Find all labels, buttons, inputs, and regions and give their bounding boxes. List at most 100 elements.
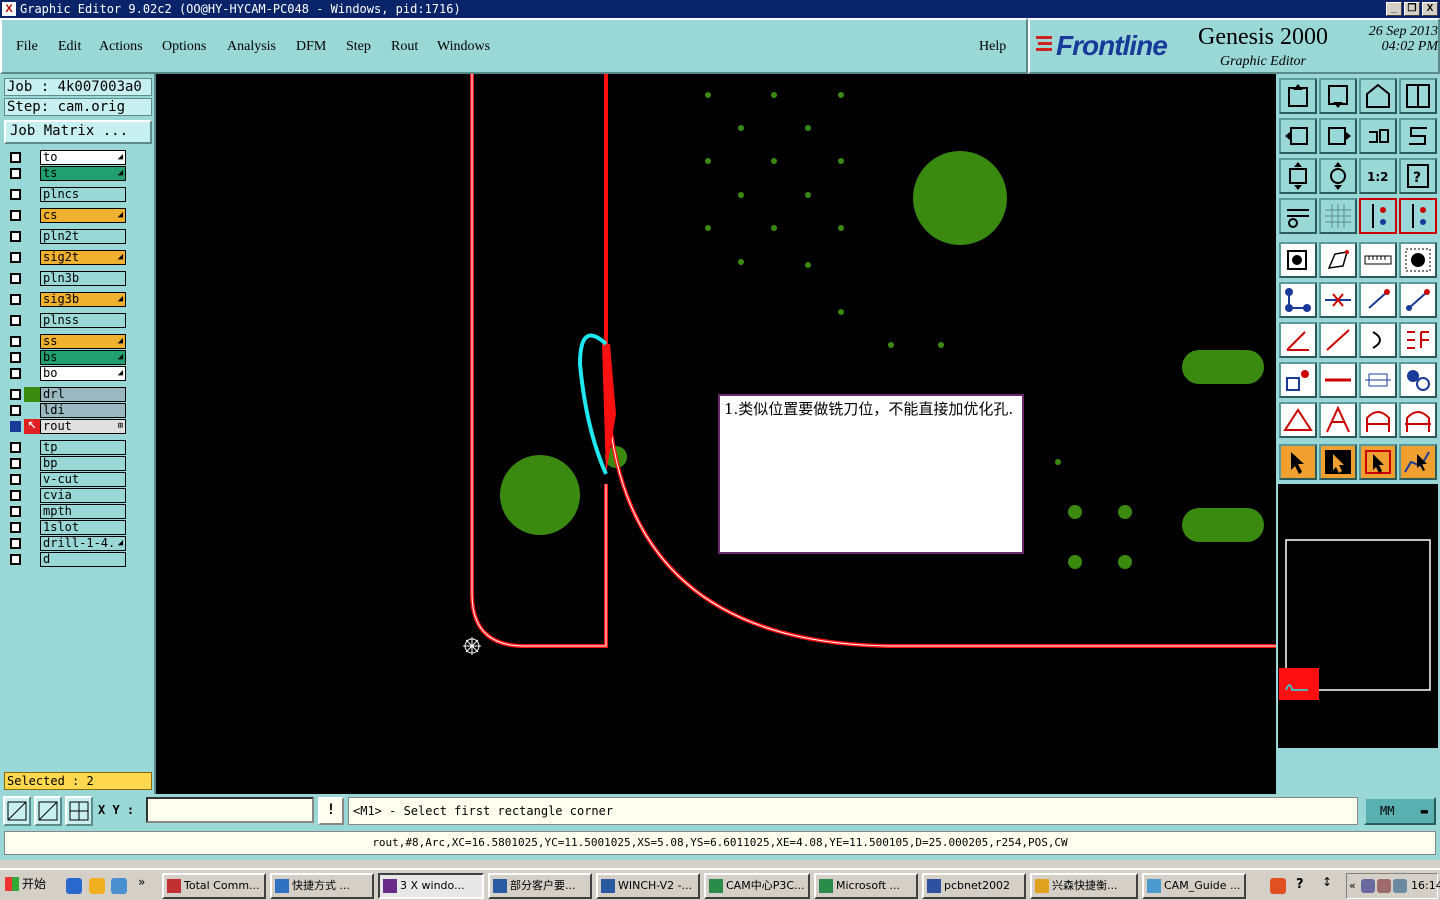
zoom-box-button[interactable] (3, 796, 31, 826)
a-shape-button[interactable] (1319, 402, 1357, 438)
layer-checkbox[interactable] (10, 506, 21, 517)
layer-row-sig3b[interactable]: sig3b ◢ (4, 292, 128, 307)
minimize-button[interactable]: _ (1386, 2, 1402, 16)
layer-checkbox[interactable] (10, 189, 21, 200)
add-line-button[interactable] (1359, 282, 1397, 318)
layer-name[interactable]: plncs (40, 187, 126, 202)
layer-checkbox[interactable] (10, 421, 21, 432)
layer-checkbox[interactable] (10, 405, 21, 416)
alert-button[interactable]: ! (318, 797, 344, 825)
layer-name[interactable]: drl (40, 387, 126, 402)
layer-name[interactable]: mpth (40, 504, 126, 519)
arc-button[interactable] (1359, 322, 1397, 358)
units-selector[interactable]: MM ▬ (1364, 797, 1436, 825)
zoom-home-button[interactable] (1279, 78, 1317, 114)
layer-checkbox[interactable] (10, 368, 21, 379)
layer-checkbox[interactable] (10, 442, 21, 453)
layer-name[interactable]: tp (40, 440, 126, 455)
graphics-canvas[interactable]: 1.类似位置要做铣刀位，不能直接加优化孔. (156, 74, 1276, 794)
layer-row-cs[interactable]: cs ◢ (4, 208, 128, 223)
zoom-down-button[interactable] (1319, 78, 1357, 114)
layer-name[interactable]: sig3b ◢ (40, 292, 126, 307)
move-point-button[interactable] (1399, 282, 1437, 318)
task-pcbnet[interactable]: pcbnet2002 (922, 873, 1026, 899)
layer-name[interactable]: v-cut (40, 472, 126, 487)
start-button[interactable]: 开始 (2, 873, 52, 897)
pad-add-button[interactable] (1279, 242, 1317, 278)
snap-button[interactable] (1359, 198, 1397, 234)
menu-edit[interactable]: Edit (58, 39, 81, 55)
layer-name[interactable]: bs ◢ (40, 350, 126, 365)
layer-name[interactable]: sig2t ◢ (40, 250, 126, 265)
layer-name[interactable]: rout ⊞ (40, 419, 126, 434)
measure-button[interactable] (1359, 242, 1397, 278)
layer-checkbox[interactable] (10, 352, 21, 363)
layer-checkbox[interactable] (10, 273, 21, 284)
grid-snap-button[interactable] (65, 796, 93, 826)
layer-checkbox[interactable] (10, 490, 21, 501)
select-window-button[interactable] (1359, 444, 1397, 480)
layer-name[interactable]: ss ◢ (40, 334, 126, 349)
arch-button[interactable] (1359, 402, 1397, 438)
zoom-fit-button[interactable] (1279, 158, 1317, 194)
ie-icon[interactable] (66, 878, 82, 894)
dimension-button[interactable] (1359, 362, 1397, 398)
tray-app-icon[interactable] (1270, 878, 1286, 894)
pan-left-button[interactable] (1279, 118, 1317, 154)
round-pad-button[interactable] (1399, 242, 1437, 278)
layer-row-pln2t[interactable]: pln2t (4, 229, 128, 244)
layer-checkbox[interactable] (10, 294, 21, 305)
layer-name[interactable]: ts ◢ (40, 166, 126, 181)
layer-checkbox[interactable] (10, 252, 21, 263)
menu-actions[interactable]: Actions (99, 39, 143, 55)
layer-row-pln3b[interactable]: pln3b (4, 271, 128, 286)
hline-button[interactable] (1319, 362, 1357, 398)
layer-checkbox[interactable] (10, 210, 21, 221)
volume-icon[interactable] (1393, 879, 1407, 893)
tray-icon[interactable] (1361, 879, 1375, 893)
slant-line-button[interactable] (1319, 322, 1357, 358)
cut-line-button[interactable] (1319, 282, 1357, 318)
layer-row-plnss[interactable]: plnss (4, 313, 128, 328)
arch-cut-button[interactable] (1399, 402, 1437, 438)
menu-step[interactable]: Step (346, 39, 371, 55)
menu-help[interactable]: Help (979, 39, 1006, 55)
menu-file[interactable]: File (16, 39, 38, 55)
layer-row-to[interactable]: to ◢ (4, 150, 128, 165)
task-microsoft[interactable]: Microsoft ... (814, 873, 918, 899)
grid-button[interactable] (1319, 198, 1357, 234)
layer-name[interactable]: to ◢ (40, 150, 126, 165)
layer-row-rout[interactable]: ↖ rout ⊞ (4, 419, 128, 434)
menu-windows[interactable]: Windows (437, 39, 490, 55)
connect-button[interactable] (1399, 198, 1437, 234)
tray-expand-icon[interactable]: « (1349, 874, 1356, 898)
task-customer-req[interactable]: 部分客户要... (488, 873, 592, 899)
layer-name[interactable]: bo ◢ (40, 366, 126, 381)
shapes-button[interactable] (1399, 362, 1437, 398)
split-view-button[interactable] (1399, 78, 1437, 114)
net-button[interactable] (1279, 282, 1317, 318)
layer-checkbox[interactable] (10, 231, 21, 242)
menu-options[interactable]: Options (162, 39, 206, 55)
menu-analysis[interactable]: Analysis (227, 39, 276, 55)
layer-row-ss[interactable]: ss ◢ (4, 334, 128, 349)
layer-row-cvia[interactable]: cvia (4, 488, 128, 503)
layer-name[interactable]: bp (40, 456, 126, 471)
menu-dfm[interactable]: DFM (296, 39, 326, 55)
layer-checkbox[interactable] (10, 336, 21, 347)
layer-name[interactable]: 1slot (40, 520, 126, 535)
task-x-windows[interactable]: 3 X windo... (378, 873, 484, 899)
help-tool-button[interactable]: ? (1399, 158, 1437, 194)
menu-rout[interactable]: Rout (391, 39, 418, 55)
maximize-button[interactable]: ❐ (1404, 2, 1420, 16)
tray-icon[interactable] (1377, 879, 1391, 893)
layer-row-ldi[interactable]: ldi (4, 403, 128, 418)
task-shortcut[interactable]: 快捷方式 ... (270, 873, 374, 899)
layer-row-d[interactable]: d (4, 552, 128, 567)
layer-row-1slot[interactable]: 1slot (4, 520, 128, 535)
task-total-commander[interactable]: Total Comm... (162, 873, 266, 899)
layer-checkbox[interactable] (10, 315, 21, 326)
layer-checkbox[interactable] (10, 152, 21, 163)
mirror-button[interactable] (1399, 322, 1437, 358)
close-button[interactable]: X (1422, 2, 1438, 16)
